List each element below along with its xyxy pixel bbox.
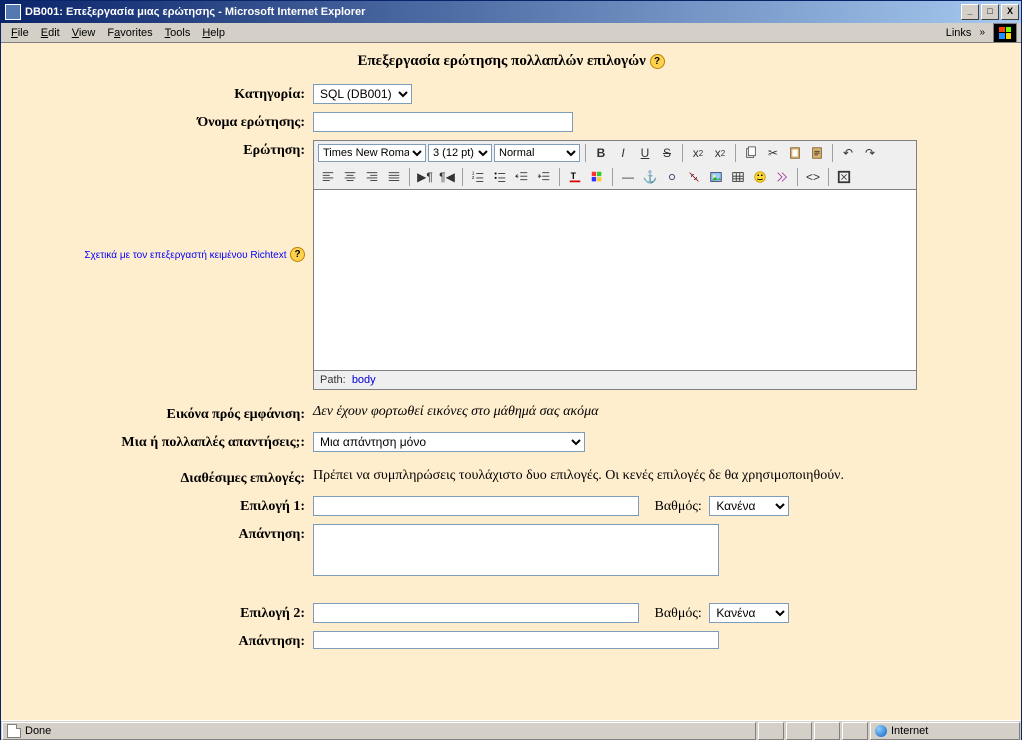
zone-text: Internet [891,725,928,737]
status-bar: Done Internet [1,720,1021,740]
align-center-button[interactable] [340,167,360,187]
links-chevron-icon[interactable]: » [975,27,989,38]
category-select[interactable]: SQL (DB001) [313,84,412,104]
maximize-button[interactable]: □ [981,4,999,20]
editor-toolbar: Times New Roman 3 (12 pt) Normal B I U S… [313,140,917,189]
grade1-select[interactable]: Κανένα [709,496,789,516]
label-answer1: Απάντηση: [9,524,313,581]
question-name-input[interactable] [313,112,573,132]
page-title: Επεξεργασία ερώτησης πολλαπλών επιλογών … [9,53,1013,70]
copy-button[interactable] [741,143,761,163]
window-title: DB001: Επεξεργασία μιας ερώτησης - Micro… [25,6,959,18]
document-icon [7,724,21,738]
label-grade1: Βαθμός: [655,499,702,514]
align-justify-button[interactable] [384,167,404,187]
ltr-button[interactable]: ▶¶ [415,167,435,187]
app-icon [5,4,21,20]
fullscreen-button[interactable] [834,167,854,187]
menu-view[interactable]: View [66,25,102,41]
label-question-name: Όνομα ερώτησης: [9,112,313,134]
close-button[interactable]: X [1001,4,1019,20]
outdent-button[interactable] [512,167,532,187]
choice2-input[interactable] [313,603,639,623]
title-bar: DB001: Επεξεργασία μιας ερώτησης - Micro… [1,1,1021,23]
table-button[interactable] [728,167,748,187]
menu-edit[interactable]: Edit [35,25,66,41]
label-choice1: Επιλογή 1: [9,496,313,518]
redo-button[interactable]: ↷ [860,143,880,163]
menu-bar: File Edit View Favorites Tools Help Link… [1,23,1021,43]
rtl-button[interactable]: ¶◀ [437,167,457,187]
special-char-button[interactable] [772,167,792,187]
menu-file[interactable]: File [5,25,35,41]
style-select[interactable]: Normal [494,144,580,162]
font-size-select[interactable]: 3 (12 pt) [428,144,492,162]
editor-textarea[interactable] [313,189,917,371]
html-button[interactable]: <> [803,167,823,187]
status-slot [814,722,840,740]
grade2-select[interactable]: Κανένα [709,603,789,623]
paste-text-button[interactable] [807,143,827,163]
link-button[interactable] [662,167,682,187]
status-slot [786,722,812,740]
status-slot [758,722,784,740]
choice1-input[interactable] [313,496,639,516]
menu-favorites[interactable]: Favorites [101,25,158,41]
anchor-button[interactable]: ⚓ [640,167,660,187]
status-slot [842,722,868,740]
align-left-button[interactable] [318,167,338,187]
ie-throbber-icon [993,23,1017,43]
image-button[interactable] [706,167,726,187]
label-question: Ερώτηση: [243,143,305,158]
help-icon[interactable]: ? [290,247,305,262]
align-right-button[interactable] [362,167,382,187]
minimize-button[interactable]: _ [961,4,979,20]
smiley-button[interactable] [750,167,770,187]
status-text: Done [25,725,51,737]
label-category: Κατηγορία: [9,84,313,106]
subscript-button[interactable]: x2 [688,143,708,163]
globe-icon [875,725,887,737]
answer2-textarea[interactable] [313,631,719,649]
help-icon[interactable]: ? [650,54,665,69]
menu-help[interactable]: Help [196,25,231,41]
cut-button[interactable]: ✂ [763,143,783,163]
text-color-button[interactable]: T [565,167,585,187]
label-answer2: Απάντηση: [9,631,313,654]
one-or-many-select[interactable]: Μια απάντηση μόνο [313,432,585,452]
label-choice2: Επιλογή 2: [9,603,313,625]
label-grade2: Βαθμός: [655,606,702,621]
font-family-select[interactable]: Times New Roman [318,144,426,162]
hr-button[interactable]: — [618,167,638,187]
svg-text:2: 2 [472,175,475,180]
answer1-textarea[interactable] [313,524,719,576]
indent-button[interactable] [534,167,554,187]
svg-text:T: T [571,171,577,181]
menu-tools[interactable]: Tools [159,25,197,41]
undo-button[interactable]: ↶ [838,143,858,163]
strike-button[interactable]: S [657,143,677,163]
label-image: Εικόνα πρός εμφάνιση: [9,404,313,426]
paste-button[interactable] [785,143,805,163]
superscript-button[interactable]: x2 [710,143,730,163]
page-content: Επεξεργασία ερώτησης πολλαπλών επιλογών … [1,43,1021,720]
unordered-list-button[interactable] [490,167,510,187]
about-editor-link[interactable]: Σχετικά με τον επεξεργαστή κειμένου Rich… [84,250,286,261]
image-message: Δεν έχουν φορτωθεί εικόνες στο μάθημά σα… [313,404,1013,426]
available-choices-message: Πρέπει να συμπληρώσεις τουλάχιστο δυο επ… [313,468,1013,490]
editor-path: Path: body [313,371,917,390]
italic-button[interactable]: I [613,143,633,163]
unlink-button[interactable] [684,167,704,187]
label-available-choices: Διαθέσιμες επιλογές: [9,468,313,490]
links-label[interactable]: Links [942,25,976,41]
underline-button[interactable]: U [635,143,655,163]
bg-color-button[interactable] [587,167,607,187]
label-one-or-many: Μια ή πολλαπλές απαντήσεις;: [9,432,313,454]
bold-button[interactable]: B [591,143,611,163]
ordered-list-button[interactable]: 12 [468,167,488,187]
